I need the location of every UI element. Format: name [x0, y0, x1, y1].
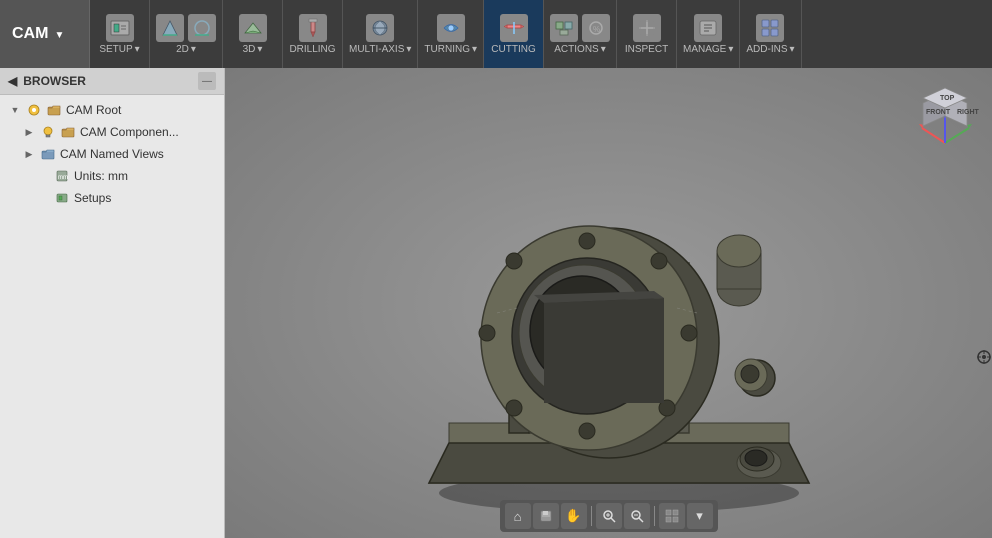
viewport-background: RIGHT FRONT TOP ⌂ [225, 68, 992, 538]
cam-root-label: CAM Root [66, 103, 121, 117]
multiaxis-icon-row [366, 14, 394, 42]
main-area: ◀ BROWSER — ▼ [0, 68, 992, 538]
bottom-toolbar: ⌂ ✋ [500, 500, 718, 532]
tree-item-cam-components[interactable]: ▶ CAM Componen... [0, 121, 224, 143]
svg-text:TOP: TOP [940, 95, 955, 102]
tree-item-cam-root[interactable]: ▼ CAM Root [0, 99, 224, 121]
manage-icon [694, 14, 722, 42]
cam-root-icon [26, 102, 42, 118]
3d-icon-row [239, 14, 267, 42]
actions-icon [550, 14, 578, 42]
setups-icon [54, 190, 70, 206]
tree-item-units[interactable]: ▶ mm Units: mm [0, 165, 224, 187]
display-options-button[interactable]: ▾ [687, 503, 713, 529]
cam-components-folder-icon [60, 124, 76, 140]
cursor [975, 348, 992, 366]
3d-icon [239, 14, 267, 42]
toolbar-group-3d[interactable]: 3D ▾ [223, 0, 283, 68]
cam-menu[interactable]: CAM ▼ [0, 0, 90, 68]
inspect-icon-row [633, 14, 661, 42]
units-icon: mm [54, 168, 70, 184]
drill-icon [299, 14, 327, 42]
cam-root-folder-icon [46, 102, 62, 118]
drilling-label: DRILLING [289, 44, 335, 55]
setup-icon-row [106, 14, 134, 42]
cutting-icon [500, 14, 528, 42]
display-button[interactable] [659, 503, 685, 529]
multiaxis-icon [366, 14, 394, 42]
main-toolbar: CAM ▼ SETUP ▾ [0, 0, 992, 68]
svg-text:RIGHT: RIGHT [957, 109, 980, 116]
turning-icon-row [437, 14, 465, 42]
cutting-icon-row [500, 14, 528, 42]
toolbar-group-turning[interactable]: TURNING ▾ [418, 0, 484, 68]
actions-label: ACTIONS ▾ [554, 44, 605, 55]
svg-text:%: % [593, 25, 600, 34]
inspect-label: INSPECT [625, 44, 668, 55]
setups-label: Setups [74, 191, 111, 205]
toolbar-group-drilling[interactable]: DRILLING [283, 0, 343, 68]
cam-components-label: CAM Componen... [80, 125, 179, 139]
tree-item-setups[interactable]: ▶ Setups [0, 187, 224, 209]
cam-named-views-label: CAM Named Views [60, 147, 164, 161]
setup-label: SETUP ▾ [99, 44, 139, 55]
toolbar-separator-2 [654, 506, 655, 526]
cam-components-bulb-icon [40, 124, 56, 140]
browser-title-label: BROWSER [23, 74, 86, 88]
actions-icon-row: % [550, 14, 610, 42]
2d-icon [156, 14, 184, 42]
actions-icon2: % [582, 14, 610, 42]
toolbar-group-add-ins[interactable]: ADD-INS ▾ [740, 0, 801, 68]
addins-icon-row [756, 14, 784, 42]
drilling-icon-row [299, 14, 327, 42]
cam-root-expand: ▼ [8, 103, 22, 117]
multiaxis-label: MULTI-AXIS ▾ [349, 44, 411, 55]
turning-icon [437, 14, 465, 42]
view-cube[interactable]: RIGHT FRONT TOP [907, 78, 982, 153]
toolbar-group-inspect[interactable]: INSPECT [617, 0, 677, 68]
toolbar-group-cutting[interactable]: CUTTING [484, 0, 544, 68]
3d-label: 3D ▾ [243, 44, 263, 55]
browser-title: ◀ BROWSER [8, 74, 86, 88]
tree-item-cam-named-views[interactable]: ▶ CAM Named Views [0, 143, 224, 165]
cutting-label: CUTTING [491, 44, 535, 55]
toolbar-group-2d[interactable]: 2D ▾ [150, 0, 223, 68]
cam-components-expand: ▶ [22, 125, 36, 139]
browser-collapse-btn[interactable]: — [198, 72, 216, 90]
sidebar: ◀ BROWSER — ▼ [0, 68, 225, 538]
2d-icon2 [188, 14, 216, 42]
toolbar-group-setup[interactable]: SETUP ▾ [90, 0, 150, 68]
zoom-window-button[interactable] [624, 503, 650, 529]
svg-text:mm: mm [58, 175, 68, 181]
units-label: Units: mm [74, 169, 128, 183]
turning-label: TURNING ▾ [424, 44, 477, 55]
setup-icon [106, 14, 134, 42]
browser-tree: ▼ CAM Root ▶ [0, 95, 224, 538]
svg-text:FRONT: FRONT [926, 109, 951, 116]
browser-controls: — [198, 72, 216, 90]
toolbar-group-actions[interactable]: % ACTIONS ▾ [544, 0, 617, 68]
manage-icon-row [694, 14, 722, 42]
cam-named-views-expand: ▶ [22, 147, 36, 161]
2d-label: 2D ▾ [176, 44, 196, 55]
toolbar-separator [591, 506, 592, 526]
home-view-button[interactable]: ⌂ [505, 503, 531, 529]
addins-icon [756, 14, 784, 42]
cam-named-views-icon [40, 146, 56, 162]
2d-icon-row [156, 14, 216, 42]
browser-arrow: ◀ [8, 74, 17, 88]
pan-button[interactable]: ✋ [561, 503, 587, 529]
addins-label: ADD-INS ▾ [746, 44, 794, 55]
cam-caret: ▼ [54, 30, 64, 41]
inspect-icon [633, 14, 661, 42]
toolbar-group-manage[interactable]: MANAGE ▾ [677, 0, 740, 68]
browser-header: ◀ BROWSER — [0, 68, 224, 95]
cam-label: CAM [12, 25, 48, 43]
manage-label: MANAGE ▾ [683, 44, 733, 55]
save-view-button[interactable] [533, 503, 559, 529]
3d-part [369, 123, 849, 523]
toolbar-group-multi-axis[interactable]: MULTI-AXIS ▾ [343, 0, 418, 68]
zoom-button[interactable] [596, 503, 622, 529]
viewport[interactable]: RIGHT FRONT TOP ⌂ [225, 68, 992, 538]
